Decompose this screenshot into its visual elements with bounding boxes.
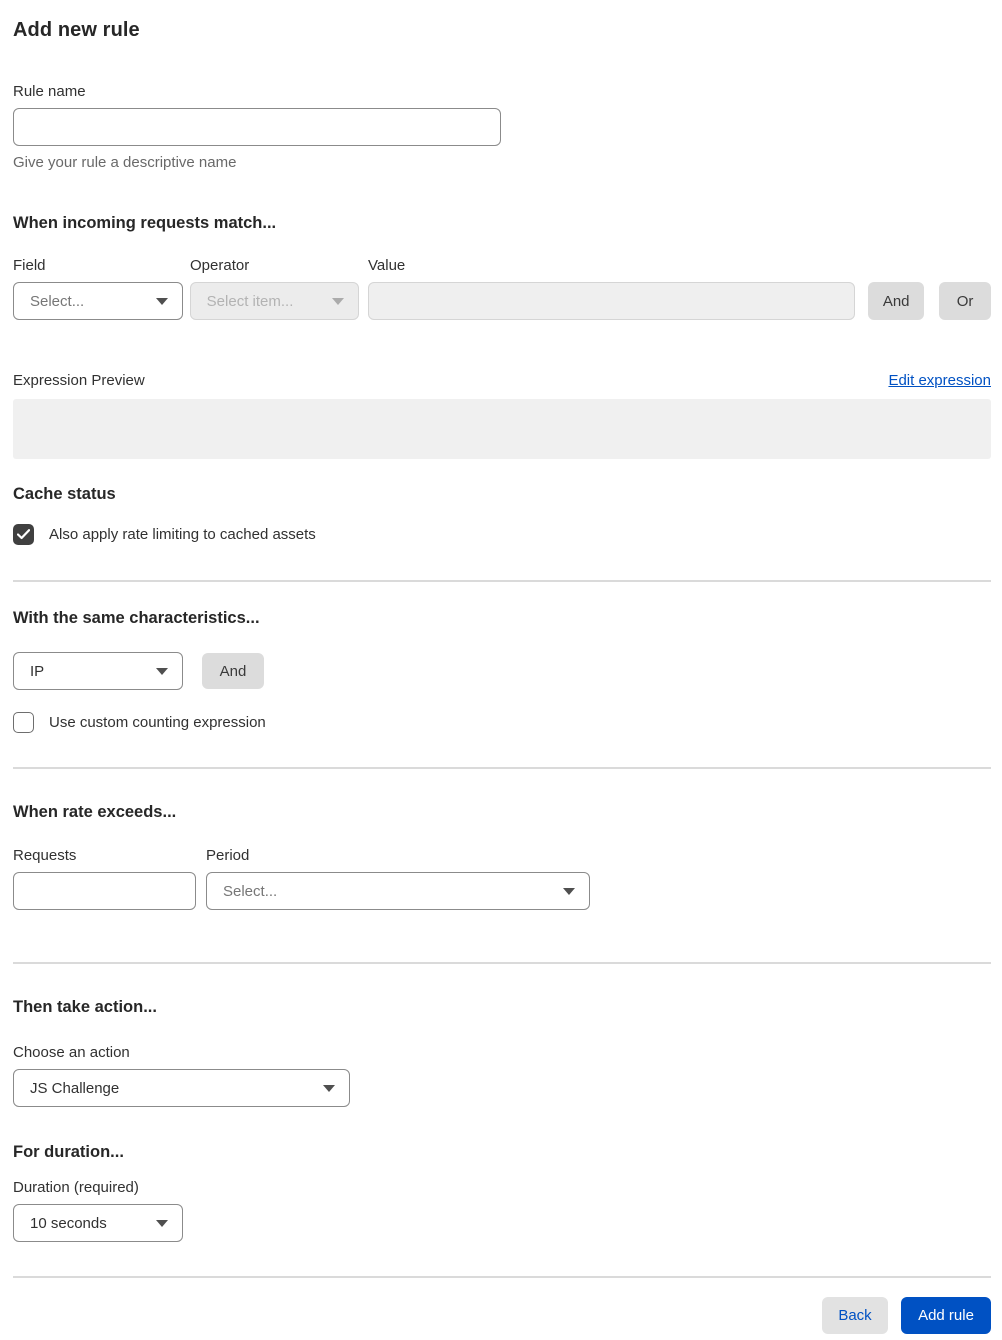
- cached-assets-checkbox[interactable]: [13, 524, 34, 545]
- checkmark-icon: [17, 529, 30, 540]
- cache-status-heading: Cache status: [13, 485, 116, 503]
- value-label: Value: [368, 257, 406, 274]
- field-label: Field: [13, 257, 46, 274]
- duration-section: For duration... Duration (required) 10 s…: [13, 1143, 991, 1242]
- duration-label: Duration (required): [13, 1179, 139, 1196]
- custom-counting-checkbox-row: Use custom counting expression: [13, 712, 991, 733]
- section-divider: [13, 767, 991, 769]
- cache-status-section: Cache status Also apply rate limiting to…: [13, 485, 991, 545]
- expression-preview-label: Expression Preview: [13, 372, 145, 389]
- chevron-down-icon: [323, 1084, 335, 1092]
- action-label: Choose an action: [13, 1044, 130, 1061]
- duration-select[interactable]: 10 seconds: [13, 1204, 183, 1242]
- period-select-value: Select...: [223, 882, 278, 900]
- field-select[interactable]: Select...: [13, 282, 183, 320]
- chevron-down-icon: [156, 1219, 168, 1227]
- duration-select-value: 10 seconds: [30, 1214, 107, 1232]
- characteristic-select[interactable]: IP: [13, 652, 183, 690]
- rule-name-section: Rule name Give your rule a descriptive n…: [13, 83, 991, 171]
- characteristics-heading: With the same characteristics...: [13, 609, 260, 627]
- match-section: When incoming requests match... Field Op…: [13, 214, 991, 545]
- rate-labels: Requests Period: [13, 847, 991, 864]
- chevron-down-icon: [155, 297, 168, 305]
- requests-label: Requests: [13, 847, 77, 864]
- custom-counting-checkbox-label: Use custom counting expression: [49, 714, 266, 731]
- page-title: Add new rule: [13, 19, 140, 41]
- expression-preview-box: [13, 399, 991, 459]
- operator-select[interactable]: Select item...: [189, 282, 360, 320]
- chevron-down-icon: [156, 667, 168, 675]
- action-select-value: JS Challenge: [30, 1079, 120, 1097]
- rate-controls: Select...: [13, 872, 991, 910]
- cache-status-checkbox-row: Also apply rate limiting to cached asset…: [13, 524, 991, 545]
- expression-preview-section: Expression Preview Edit expression: [13, 372, 991, 459]
- requests-input[interactable]: [13, 872, 196, 910]
- match-controls: Select... Select item... And Or: [13, 282, 991, 320]
- edit-expression-link[interactable]: Edit expression: [888, 372, 991, 389]
- custom-counting-checkbox[interactable]: [13, 712, 34, 733]
- value-input[interactable]: [368, 282, 856, 320]
- duration-heading: For duration...: [13, 1143, 124, 1161]
- operator-label: Operator: [190, 257, 250, 274]
- match-heading: When incoming requests match...: [13, 214, 277, 232]
- footer-actions: Back Add rule: [13, 1297, 991, 1334]
- and-condition-button[interactable]: And: [868, 282, 925, 320]
- operator-select-value: Select item...: [206, 292, 294, 310]
- add-characteristic-button[interactable]: And: [202, 653, 264, 689]
- add-rule-form: Add new rule Rule name Give your rule a …: [0, 0, 1002, 1334]
- field-select-value: Select...: [30, 292, 85, 310]
- match-labels: Field Operator Value: [13, 257, 991, 274]
- rule-name-input[interactable]: [13, 108, 501, 146]
- expression-preview-header: Expression Preview Edit expression: [13, 372, 991, 389]
- rule-name-label: Rule name: [13, 83, 86, 100]
- rate-section: When rate exceeds... Requests Period Sel…: [13, 803, 991, 910]
- add-rule-button[interactable]: Add rule: [901, 1297, 991, 1334]
- period-label: Period: [206, 847, 250, 864]
- chevron-down-icon: [563, 887, 575, 895]
- footer-divider: [13, 1276, 991, 1278]
- action-select[interactable]: JS Challenge: [13, 1069, 350, 1107]
- rate-heading: When rate exceeds...: [13, 803, 177, 821]
- characteristics-section: With the same characteristics... IP And …: [13, 609, 991, 733]
- characteristics-controls: IP And: [13, 652, 991, 690]
- back-button[interactable]: Back: [822, 1297, 888, 1334]
- match-grid: Field Operator Value Select... Select it…: [13, 257, 991, 320]
- section-divider: [13, 962, 991, 964]
- section-divider: [13, 580, 991, 582]
- action-heading: Then take action...: [13, 998, 157, 1016]
- chevron-down-icon: [332, 297, 345, 305]
- or-condition-button[interactable]: Or: [939, 282, 991, 320]
- rule-name-helper: Give your rule a descriptive name: [13, 154, 237, 171]
- action-section: Then take action... Choose an action JS …: [13, 998, 991, 1107]
- cached-assets-checkbox-label: Also apply rate limiting to cached asset…: [49, 526, 316, 543]
- characteristic-select-value: IP: [30, 662, 45, 680]
- period-select[interactable]: Select...: [206, 872, 590, 910]
